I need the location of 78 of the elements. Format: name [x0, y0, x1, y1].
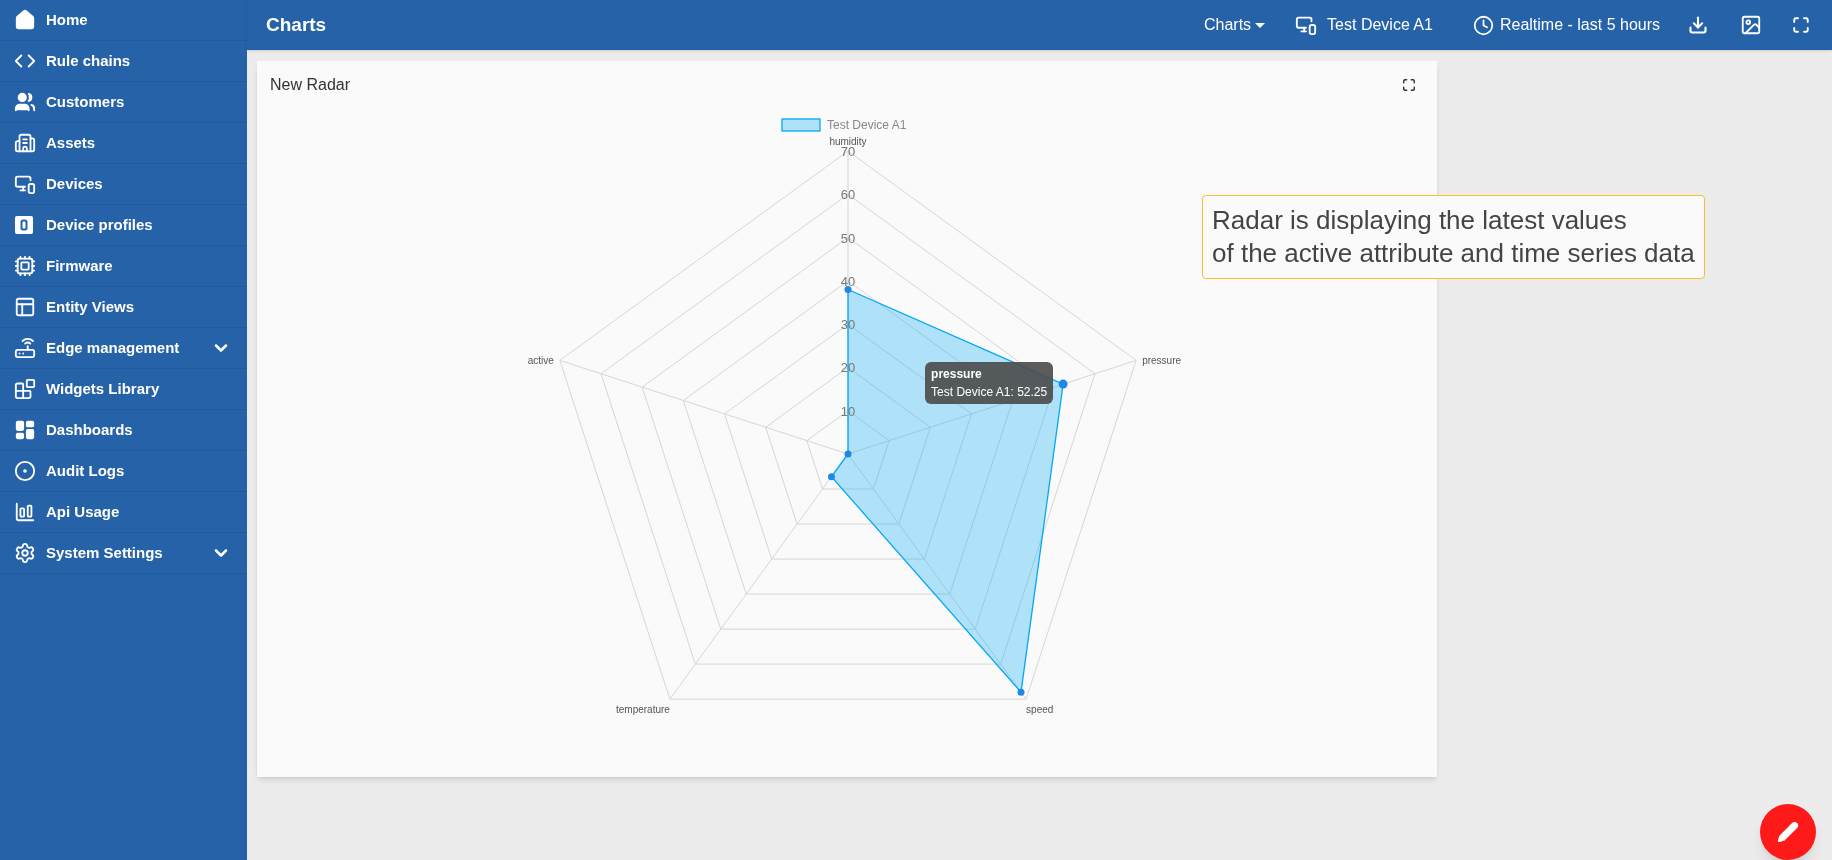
sidebar-label: Widgets Library [46, 378, 160, 399]
sidebar-item[interactable]: Device profiles [0, 205, 247, 246]
state-selector[interactable]: Charts [1204, 13, 1266, 37]
entity-selector[interactable]: Test Device A1 [1295, 13, 1433, 37]
caret-icon [1255, 22, 1266, 28]
settings-icon [14, 542, 36, 564]
sidebar-label: Entity Views [46, 296, 135, 317]
tick-label: 50 [840, 230, 856, 246]
data-point [1058, 379, 1068, 389]
data-point [844, 286, 852, 293]
sidebar-item[interactable]: Entity Views [0, 287, 247, 328]
chip-icon [14, 255, 36, 277]
timewindow-button[interactable]: Realtime - last 5 hours [1472, 13, 1660, 37]
sidebar-item[interactable]: System Settings [0, 533, 247, 574]
axis-label: temperature [616, 704, 670, 716]
sidebar-label: Assets [46, 132, 96, 153]
sidebar-item[interactable]: Dashboards [0, 410, 247, 451]
sidebar-label: Rule chains [46, 50, 131, 71]
data-point [844, 450, 852, 458]
sidebar-item[interactable]: Audit Logs [0, 451, 247, 492]
legend-label: Test Device A1 [827, 118, 907, 132]
building-icon [14, 132, 36, 154]
sidebar-item[interactable]: Edge management [0, 328, 247, 369]
fullscreen-icon [1402, 78, 1416, 92]
panels-icon [14, 296, 36, 318]
axis-label: humidity [829, 136, 867, 147]
letter-square-icon [14, 215, 34, 235]
tooltip-text: Test Device A1: 52.25 [931, 384, 1048, 402]
sidebar-label: Home [46, 9, 88, 30]
people-icon [14, 91, 36, 113]
data-point [1017, 688, 1025, 696]
sidebar-item[interactable]: Rule chains [0, 41, 247, 82]
image-icon [1740, 14, 1762, 36]
sidebar-label: Customers [46, 91, 125, 112]
bar-chart-icon [14, 501, 36, 523]
sidebar-label: Api Usage [46, 501, 120, 522]
dashboard-icon [14, 419, 36, 441]
tooltip-title: pressure [931, 366, 983, 384]
data-point [827, 473, 835, 481]
tick-label: 60 [840, 187, 856, 203]
axis-label: pressure [1142, 355, 1182, 367]
sidebar-label: Firmware [46, 255, 113, 276]
sidebar-label: Device profiles [46, 214, 153, 235]
tick-label: 70 [840, 144, 856, 159]
sidebar-label: System Settings [46, 542, 163, 563]
sidebar-item[interactable]: Customers [0, 82, 247, 123]
sidebar-label: Edge management [46, 337, 180, 358]
export-image-button[interactable] [1740, 14, 1762, 36]
target-icon [14, 460, 36, 482]
sidebar-item[interactable]: Devices [0, 164, 247, 205]
widget-title: New Radar [270, 75, 351, 95]
sidebar-item[interactable]: Firmware [0, 246, 247, 287]
home-icon [14, 9, 36, 31]
download-icon [1688, 15, 1708, 35]
axis-label: active [527, 355, 554, 367]
pencil-icon [1777, 821, 1799, 843]
sidebar-label: Audit Logs [46, 460, 125, 481]
fullscreen-button[interactable] [1792, 16, 1810, 34]
sidebar-label: Devices [46, 173, 103, 194]
devices-icon [1295, 14, 1318, 36]
edit-button[interactable] [1760, 804, 1816, 860]
tick-label: 40 [840, 273, 856, 289]
sidebar-item[interactable]: Widgets Library [0, 369, 247, 410]
router-icon [14, 337, 36, 359]
note-text: Radar is displaying the latest values of the active attribute and time series data [1212, 204, 1695, 270]
page-title: Charts [266, 12, 327, 37]
legend-swatch [781, 118, 821, 132]
axis-label: speed [1026, 704, 1054, 716]
fullscreen-button[interactable] [1402, 78, 1416, 92]
sidebar-item[interactable]: Assets [0, 123, 247, 164]
sidebar-label: Dashboards [46, 419, 133, 440]
devices-icon [14, 173, 36, 195]
clock-icon [1472, 14, 1494, 36]
sidebar-item[interactable]: Api Usage [0, 492, 247, 533]
fullscreen-icon [1792, 16, 1810, 34]
blocks-icon [14, 378, 36, 400]
download-button[interactable] [1688, 15, 1708, 35]
sidebar-item[interactable]: Home [0, 0, 247, 41]
